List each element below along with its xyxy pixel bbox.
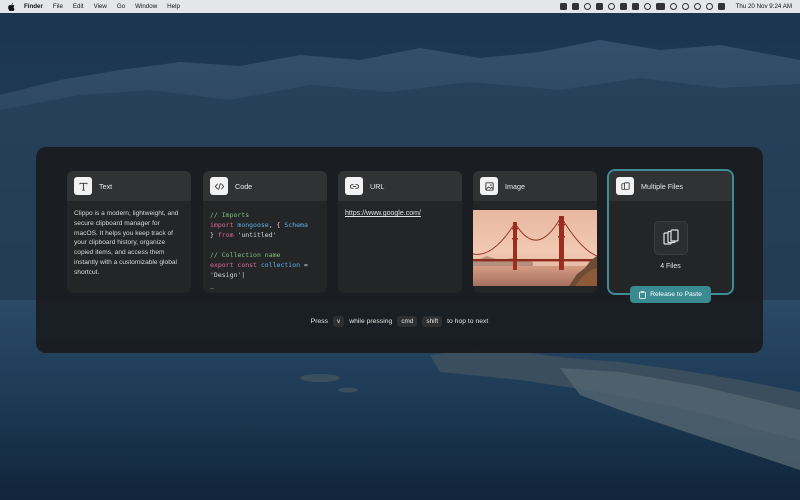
code-token: } bbox=[210, 231, 218, 239]
code-token: _ bbox=[210, 281, 214, 289]
code-token: = bbox=[300, 261, 308, 269]
code-token: import bbox=[210, 221, 238, 229]
hint-press: Press bbox=[310, 318, 329, 325]
notes-status-icon[interactable] bbox=[571, 3, 579, 10]
code-brackets-icon bbox=[210, 177, 228, 195]
cloud-status-icon[interactable] bbox=[583, 3, 591, 10]
url-preview: https://www.google.com/ bbox=[338, 201, 462, 225]
search-icon[interactable] bbox=[693, 3, 701, 10]
menu-view[interactable]: View bbox=[94, 3, 107, 10]
clipboard-switcher-panel: Text Clippo is a modern, lightweight, an… bbox=[36, 147, 763, 353]
code-token: collection bbox=[260, 261, 301, 269]
code-token: 'untitled' bbox=[237, 231, 277, 239]
code-preview: // Imports import mongoose, { Schema} fro… bbox=[203, 201, 327, 293]
card-title: Code bbox=[235, 181, 253, 191]
user-status-icon[interactable] bbox=[669, 3, 677, 10]
code-token: // Collection name bbox=[210, 251, 281, 259]
code-line: export const collection = bbox=[210, 260, 320, 270]
release-to-paste-label: Release to Paste bbox=[650, 291, 702, 298]
language-status-icon[interactable] bbox=[655, 3, 665, 10]
card-title: Text bbox=[99, 181, 113, 191]
apple-menu-icon[interactable] bbox=[8, 2, 18, 11]
multiple-files-icon bbox=[616, 177, 634, 195]
text-format-icon bbox=[74, 177, 92, 195]
card-title: Image bbox=[505, 181, 525, 191]
hint-while: while pressing bbox=[349, 318, 393, 325]
card-header: Text bbox=[67, 171, 191, 201]
card-header: Image bbox=[473, 171, 597, 201]
files-preview: 4 Files bbox=[609, 201, 732, 270]
menu-file[interactable]: File bbox=[53, 3, 63, 10]
shortcut-hint: Press v while pressing cmd shift to hop … bbox=[36, 316, 763, 327]
menu-help[interactable]: Help bbox=[167, 3, 180, 10]
clip-card-text[interactable]: Text Clippo is a modern, lightweight, an… bbox=[67, 171, 191, 293]
key-cmd: cmd bbox=[397, 316, 418, 327]
code-token: 'Design'| bbox=[210, 271, 246, 279]
code-token: from bbox=[217, 231, 238, 239]
code-token: , { bbox=[268, 221, 285, 229]
code-token: mongoose bbox=[237, 221, 269, 229]
app-status-icon[interactable] bbox=[595, 3, 603, 10]
code-line: _ bbox=[210, 280, 320, 290]
siri-icon[interactable] bbox=[705, 3, 713, 10]
clip-card-image[interactable]: Image bbox=[473, 171, 597, 293]
code-token: Schema bbox=[284, 221, 308, 229]
screen-status-icon[interactable] bbox=[619, 3, 627, 10]
files-count: 4 Files bbox=[660, 263, 681, 270]
display-status-icon[interactable] bbox=[631, 3, 639, 10]
code-line: // Imports bbox=[210, 210, 320, 220]
image-icon bbox=[480, 177, 498, 195]
menu-app-name[interactable]: Finder bbox=[24, 3, 43, 10]
clipboard-status-icon[interactable] bbox=[559, 3, 567, 10]
golden-gate-bridge-image bbox=[473, 210, 597, 286]
image-preview bbox=[473, 201, 597, 286]
code-line: } from 'untitled' bbox=[210, 230, 320, 240]
code-token: export bbox=[210, 261, 238, 269]
menu-edit[interactable]: Edit bbox=[73, 3, 84, 10]
link-icon bbox=[345, 177, 363, 195]
sync-status-icon[interactable] bbox=[607, 3, 615, 10]
wifi-icon[interactable] bbox=[681, 3, 689, 10]
menu-go[interactable]: Go bbox=[117, 3, 125, 10]
menubar-clock[interactable]: Thu 20 Nov 9:24 AM bbox=[736, 3, 792, 10]
key-v: v bbox=[333, 316, 345, 327]
card-title: Multiple Files bbox=[641, 181, 683, 191]
clip-card-url[interactable]: URL https://www.google.com/ bbox=[338, 171, 462, 293]
play-status-icon[interactable] bbox=[643, 3, 651, 10]
hint-tail: to hop to next bbox=[447, 318, 489, 325]
key-shift: shift bbox=[422, 316, 443, 327]
menu-window[interactable]: Window bbox=[135, 3, 157, 10]
status-area: Thu 20 Nov 9:24 AM bbox=[559, 3, 792, 10]
url-link[interactable]: https://www.google.com/ bbox=[345, 210, 421, 217]
code-token: const bbox=[237, 261, 261, 269]
code-line: // Collection name bbox=[210, 250, 320, 260]
card-header: Code bbox=[203, 171, 327, 201]
control-center-icon[interactable] bbox=[717, 3, 725, 10]
clipboard-icon bbox=[639, 290, 646, 299]
stacked-files-icon bbox=[653, 221, 688, 255]
text-preview: Clippo is a modern, lightweight, and sec… bbox=[74, 210, 179, 276]
code-line: 'Design'| bbox=[210, 270, 320, 280]
clip-card-code[interactable]: Code // Imports import mongoose, { Schema… bbox=[203, 171, 327, 293]
code-token: // Imports bbox=[210, 211, 250, 219]
card-header: Multiple Files bbox=[609, 171, 732, 201]
release-to-paste-button[interactable]: Release to Paste bbox=[630, 286, 711, 303]
clip-card-multiple-files[interactable]: Multiple Files 4 Files Release to Paste bbox=[607, 169, 734, 303]
card-header: URL bbox=[338, 171, 462, 201]
card-title: URL bbox=[370, 181, 385, 191]
menu-bar: Finder File Edit View Go Window Help Thu… bbox=[0, 0, 800, 13]
code-line: import mongoose, { Schema bbox=[210, 220, 320, 230]
